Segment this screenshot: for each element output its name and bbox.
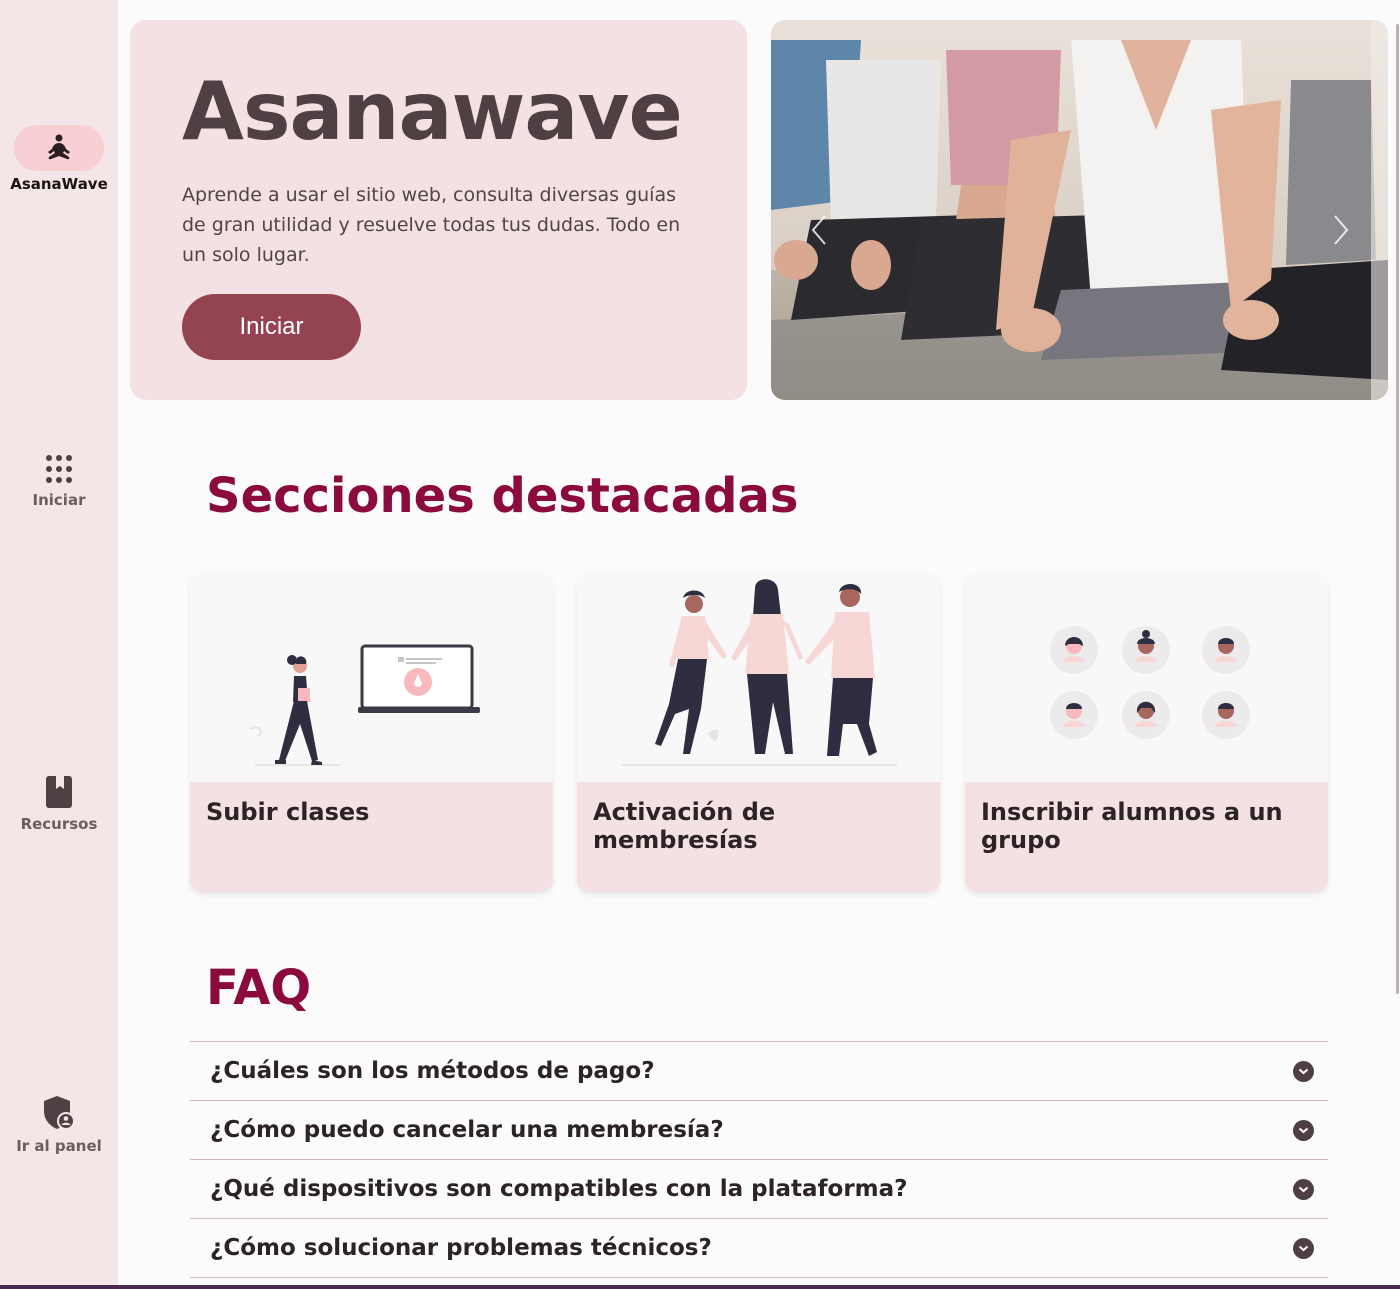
vertical-scrollbar[interactable] bbox=[1394, 0, 1400, 1285]
sidebar-item-label: Recursos bbox=[20, 815, 98, 833]
card-illustration bbox=[577, 574, 940, 782]
card-activacion-membresias[interactable]: Activación de membresías bbox=[577, 574, 940, 892]
hero-description: Aprende a usar el sitio web, consulta di… bbox=[182, 184, 681, 266]
faq-item[interactable]: ¿Cuáles son los métodos de pago? bbox=[190, 1042, 1328, 1101]
faq-title: FAQ bbox=[206, 960, 312, 1016]
card-inscribir-alumnos[interactable]: Inscribir alumnos a un grupo bbox=[965, 574, 1328, 892]
faq-item[interactable]: ¿Qué dispositivos son compatibles con la… bbox=[190, 1160, 1328, 1219]
card-illustration bbox=[965, 574, 1328, 782]
chevron-down-icon bbox=[1293, 1060, 1314, 1082]
hero-title: Asanawave bbox=[182, 65, 683, 158]
sidebar-item-label: Iniciar bbox=[32, 491, 86, 509]
chevron-down-icon bbox=[1293, 1178, 1314, 1200]
sidebar-item-iniciar[interactable]: Iniciar bbox=[0, 453, 118, 509]
meditation-icon bbox=[48, 134, 70, 160]
faq-question: ¿Cuáles son los métodos de pago? bbox=[210, 1058, 655, 1084]
chevron-left-icon[interactable] bbox=[807, 210, 831, 250]
card-illustration bbox=[190, 574, 553, 782]
sidebar-item-recursos[interactable]: Recursos bbox=[0, 775, 118, 833]
image-carousel[interactable] bbox=[771, 20, 1388, 400]
faq-list: ¿Cuáles son los métodos de pago? ¿Cómo p… bbox=[190, 1041, 1328, 1278]
sidebar-brand-label: AsanaWave bbox=[10, 175, 108, 193]
book-icon bbox=[46, 776, 72, 808]
faq-item[interactable]: ¿Cómo puedo cancelar una membresía? bbox=[190, 1101, 1328, 1160]
faq-question: ¿Qué dispositivos son compatibles con la… bbox=[210, 1176, 908, 1202]
hero-card: Asanawave Aprende a usar el sitio web, c… bbox=[130, 20, 747, 400]
sidebar-item-ir-al-panel[interactable]: Ir al panel bbox=[0, 1095, 118, 1155]
sidebar-item-label: Ir al panel bbox=[16, 1137, 102, 1155]
yoga-class-photo bbox=[771, 20, 1388, 400]
featured-sections-title: Secciones destacadas bbox=[206, 468, 799, 524]
sidebar-item-asanawave[interactable]: AsanaWave bbox=[0, 125, 118, 193]
admin-shield-icon bbox=[44, 1096, 75, 1130]
start-button[interactable]: Iniciar bbox=[182, 294, 361, 360]
card-title: Activación de membresías bbox=[593, 798, 776, 854]
sidebar: AsanaWave Iniciar Recursos Ir al panel bbox=[0, 0, 118, 1285]
chevron-down-icon bbox=[1293, 1119, 1314, 1141]
card-title: Inscribir alumnos a un grupo bbox=[981, 798, 1283, 854]
faq-item[interactable]: ¿Cómo solucionar problemas técnicos? bbox=[190, 1219, 1328, 1278]
scrollbar-thumb[interactable] bbox=[1396, 24, 1399, 994]
faq-question: ¿Cómo puedo cancelar una membresía? bbox=[210, 1117, 724, 1143]
sidebar-active-pill bbox=[14, 125, 104, 171]
faq-question: ¿Cómo solucionar problemas técnicos? bbox=[210, 1235, 712, 1261]
card-title: Subir clases bbox=[206, 798, 370, 826]
woman-laptop-illustration bbox=[249, 644, 480, 766]
chevron-right-icon[interactable] bbox=[1329, 210, 1353, 250]
avatars-group-illustration bbox=[1050, 626, 1250, 739]
apps-grid-icon bbox=[46, 455, 72, 483]
window-bottom-edge bbox=[0, 1285, 1400, 1289]
card-subir-clases[interactable]: Subir clases bbox=[190, 574, 553, 892]
chevron-down-icon bbox=[1293, 1237, 1314, 1259]
people-holding-hands-illustration bbox=[622, 579, 897, 766]
